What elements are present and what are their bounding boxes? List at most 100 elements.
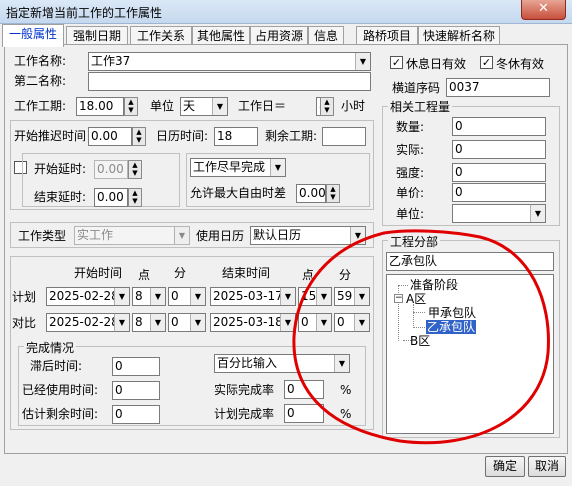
unit-select[interactable]: 天 ▼ bbox=[180, 97, 228, 116]
winter-valid-checkbox[interactable]: ✓ bbox=[480, 56, 493, 69]
chevron-down-icon[interactable]: ▼ bbox=[280, 314, 295, 331]
max-float-spinner[interactable]: ▲ ▼ bbox=[326, 184, 340, 203]
cmp-end-min[interactable]: 0 ▼ bbox=[334, 313, 370, 332]
chevron-down-icon[interactable]: ▼ bbox=[190, 288, 205, 305]
qty-unit-select[interactable]: ▼ bbox=[452, 204, 546, 223]
spin-down-icon: ▼ bbox=[132, 169, 138, 177]
chevron-down-icon[interactable]: ▼ bbox=[150, 314, 165, 331]
chevron-down-icon[interactable]: ▼ bbox=[530, 205, 545, 222]
end-extend-input[interactable]: 0.00 bbox=[94, 188, 128, 207]
plan-start-date[interactable]: 2025-02-28 ▼ bbox=[46, 287, 130, 306]
plan-start-min[interactable]: 0 ▼ bbox=[168, 287, 206, 306]
chevron-down-icon[interactable]: ▼ bbox=[316, 288, 331, 305]
finish-mode-select[interactable]: 工作尽早完成 ▼ bbox=[190, 158, 286, 177]
end-time-label: 结束时间 bbox=[222, 266, 271, 280]
start-delay-spinner[interactable]: ▲ ▼ bbox=[132, 127, 146, 146]
holiday-valid-checkbox[interactable]: ✓ bbox=[390, 56, 403, 69]
plan-end-hour[interactable]: 15 ▼ bbox=[298, 287, 332, 306]
plan-rate-input[interactable]: 0 bbox=[284, 404, 324, 423]
lag-input[interactable]: 0 bbox=[112, 357, 160, 376]
work-name-value: 工作37 bbox=[91, 54, 131, 68]
chevron-down-icon[interactable]: ▼ bbox=[334, 355, 349, 372]
division-input[interactable]: 乙承包队 bbox=[386, 252, 554, 271]
chevron-down-icon[interactable]: ▼ bbox=[354, 314, 369, 331]
second-name-label: 第二名称: bbox=[14, 74, 67, 88]
close-button[interactable]: ✕ bbox=[521, 0, 566, 20]
spin-down-icon: ▼ bbox=[330, 193, 336, 201]
tab-forced-dates[interactable]: 强制日期 bbox=[66, 26, 128, 46]
finish-mode-value: 工作尽早完成 bbox=[193, 160, 266, 174]
cmp-end-hour[interactable]: 0 ▼ bbox=[298, 313, 332, 332]
second-name-input[interactable] bbox=[88, 72, 371, 91]
qty-input[interactable]: 0 bbox=[452, 117, 546, 136]
begin-extend-spinner[interactable]: ▲ ▼ bbox=[128, 160, 142, 179]
chevron-down-icon[interactable]: ▼ bbox=[174, 227, 189, 244]
tree-node-area-a[interactable]: A区 bbox=[406, 292, 426, 306]
cmp-start-hour[interactable]: 8 ▼ bbox=[132, 313, 166, 332]
chevron-down-icon[interactable]: ▼ bbox=[190, 314, 205, 331]
cmp-start-min[interactable]: 0 ▼ bbox=[168, 313, 206, 332]
max-float-input[interactable]: 0.00 bbox=[296, 184, 326, 203]
calendar-time-input[interactable]: 18 bbox=[214, 127, 258, 146]
spin-down-icon: ▼ bbox=[128, 106, 134, 114]
plan-start-hour[interactable]: 8 ▼ bbox=[132, 287, 166, 306]
input-mode-select[interactable]: 百分比输入 ▼ bbox=[214, 354, 350, 373]
plan-end-min[interactable]: 59 ▼ bbox=[334, 287, 370, 306]
used-label: 已经使用时间: bbox=[22, 383, 99, 397]
intensity-input[interactable]: 0 bbox=[452, 163, 546, 182]
chevron-down-icon[interactable]: ▼ bbox=[355, 53, 370, 70]
duration-spinner[interactable]: ▲ ▼ bbox=[124, 97, 138, 116]
pct-sign-plan: % bbox=[340, 407, 352, 421]
tab-general[interactable]: 一般属性 bbox=[2, 24, 64, 47]
chevron-down-icon[interactable]: ▼ bbox=[150, 288, 165, 305]
unit-label: 单位 bbox=[150, 99, 175, 113]
chevron-down-icon[interactable]: ▼ bbox=[350, 227, 365, 244]
chevron-down-icon[interactable]: ▼ bbox=[316, 314, 331, 331]
chevron-down-icon[interactable]: ▼ bbox=[212, 98, 227, 115]
work-name-combo[interactable]: 工作37 ▼ bbox=[88, 52, 371, 71]
chevron-down-icon[interactable]: ▼ bbox=[114, 314, 129, 331]
duration-input[interactable]: 18.00 bbox=[76, 97, 124, 116]
chevron-down-icon[interactable]: ▼ bbox=[114, 288, 129, 305]
actual-rate-input[interactable]: 0 bbox=[284, 380, 324, 399]
remaining-input[interactable] bbox=[322, 127, 366, 146]
collapse-icon[interactable]: − bbox=[394, 294, 403, 303]
tab-road-bridge[interactable]: 路桥项目 bbox=[356, 26, 418, 46]
workday-spinner[interactable]: ▲ ▼ bbox=[320, 97, 334, 116]
cmp-end-date[interactable]: 2025-03-18 ▼ bbox=[210, 313, 296, 332]
calendar-select[interactable]: 默认日历 ▼ bbox=[250, 226, 366, 245]
tab-info[interactable]: 信息 bbox=[308, 26, 344, 46]
remain-est-input[interactable]: 0 bbox=[112, 405, 160, 424]
ok-button[interactable]: 确定 bbox=[485, 456, 525, 477]
chevron-down-icon[interactable]: ▼ bbox=[354, 288, 369, 305]
tab-relations[interactable]: 工作关系 bbox=[130, 26, 192, 46]
tree-node-team-yi[interactable]: 乙承包队 bbox=[426, 320, 477, 334]
used-input[interactable]: 0 bbox=[112, 381, 160, 400]
cancel-button[interactable]: 取消 bbox=[528, 456, 566, 477]
plan-rate-label: 计划完成率 bbox=[214, 407, 275, 421]
tree-node-area-b[interactable]: B区 bbox=[410, 334, 430, 348]
seq-input[interactable]: 0037 bbox=[446, 78, 550, 97]
tab-strip: 一般属性 强制日期 工作关系 其他属性 占用资源 信息 路桥项目 快速解析名称 bbox=[0, 24, 572, 47]
qty-label: 数量: bbox=[396, 120, 425, 134]
price-input[interactable]: 0 bbox=[452, 183, 546, 202]
spin-down-icon: ▼ bbox=[136, 136, 142, 144]
plan-end-date[interactable]: 2025-03-17 ▼ bbox=[210, 287, 296, 306]
spin-up-icon: ▲ bbox=[128, 98, 134, 106]
tree-node-prep[interactable]: 准备阶段 bbox=[410, 278, 458, 292]
actual-input[interactable]: 0 bbox=[452, 140, 546, 159]
work-type-select[interactable]: 实工作 ▼ bbox=[74, 226, 190, 245]
holiday-valid-label: 休息日有效 bbox=[406, 57, 467, 71]
start-delay-input[interactable]: 0.00 bbox=[88, 127, 132, 146]
tab-resources[interactable]: 占用资源 bbox=[250, 26, 308, 46]
plan-start-date-value: 2025-02-28 bbox=[49, 289, 119, 303]
tab-quick-parse[interactable]: 快速解析名称 bbox=[418, 26, 500, 46]
end-extend-spinner[interactable]: ▲ ▼ bbox=[128, 188, 142, 207]
chevron-down-icon[interactable]: ▼ bbox=[270, 159, 285, 176]
spin-down-icon: ▼ bbox=[324, 106, 330, 114]
tree-node-team-jia[interactable]: 甲承包队 bbox=[428, 306, 476, 320]
begin-extend-input[interactable]: 0.00 bbox=[94, 160, 128, 179]
tab-other[interactable]: 其他属性 bbox=[192, 26, 250, 46]
cmp-start-date[interactable]: 2025-02-28 ▼ bbox=[46, 313, 130, 332]
chevron-down-icon[interactable]: ▼ bbox=[280, 288, 295, 305]
